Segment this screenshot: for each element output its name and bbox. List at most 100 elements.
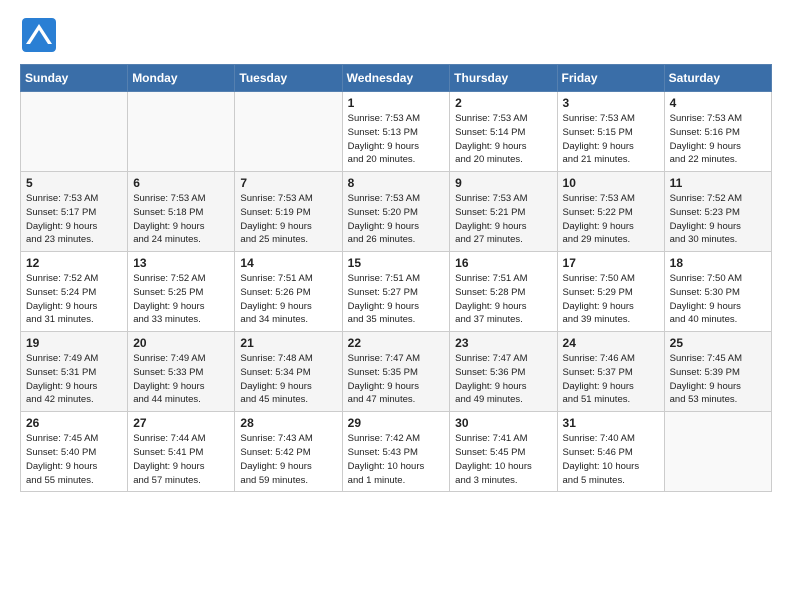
day-info: Sunrise: 7:41 AM Sunset: 5:45 PM Dayligh… (455, 432, 551, 487)
page: SundayMondayTuesdayWednesdayThursdayFrid… (0, 0, 792, 508)
day-info: Sunrise: 7:53 AM Sunset: 5:19 PM Dayligh… (240, 192, 336, 247)
calendar-cell (664, 412, 771, 492)
calendar-cell: 19 Sunrise: 7:49 AM Sunset: 5:31 PM Dayli… (21, 332, 128, 412)
calendar-cell: 1Sunrise: 7:53 AM Sunset: 5:13 PM Daylig… (342, 92, 450, 172)
day-number: 9 (455, 176, 551, 190)
day-number: 24 (563, 336, 659, 350)
calendar-day-header: Friday (557, 65, 664, 92)
day-info: Sunrise: 7:43 AM Sunset: 5:42 PM Dayligh… (240, 432, 336, 487)
day-info: Sunrise: 7:42 AM Sunset: 5:43 PM Dayligh… (348, 432, 445, 487)
calendar-cell: 9 Sunrise: 7:53 AM Sunset: 5:21 PM Daylig… (450, 172, 557, 252)
calendar-cell: 27 Sunrise: 7:44 AM Sunset: 5:41 PM Dayli… (128, 412, 235, 492)
day-info: Sunrise: 7:40 AM Sunset: 5:46 PM Dayligh… (563, 432, 659, 487)
calendar-week-row: 5 Sunrise: 7:53 AM Sunset: 5:17 PM Daylig… (21, 172, 772, 252)
calendar-cell: 2 Sunrise: 7:53 AM Sunset: 5:14 PM Daylig… (450, 92, 557, 172)
calendar-cell: 8Sunrise: 7:53 AM Sunset: 5:20 PM Daylig… (342, 172, 450, 252)
calendar-cell: 3 Sunrise: 7:53 AM Sunset: 5:15 PM Daylig… (557, 92, 664, 172)
calendar-cell (235, 92, 342, 172)
day-number: 4 (670, 96, 766, 110)
calendar-cell: 31 Sunrise: 7:40 AM Sunset: 5:46 PM Dayli… (557, 412, 664, 492)
day-number: 7 (240, 176, 336, 190)
day-number: 27 (133, 416, 229, 430)
day-info: Sunrise: 7:53 AM Sunset: 5:17 PM Dayligh… (26, 192, 122, 247)
calendar-cell: 12 Sunrise: 7:52 AM Sunset: 5:24 PM Dayli… (21, 252, 128, 332)
calendar-cell: 11 Sunrise: 7:52 AM Sunset: 5:23 PM Dayli… (664, 172, 771, 252)
day-number: 23 (455, 336, 551, 350)
calendar-cell: 21Sunrise: 7:48 AM Sunset: 5:34 PM Dayli… (235, 332, 342, 412)
calendar-day-header: Thursday (450, 65, 557, 92)
calendar-day-header: Wednesday (342, 65, 450, 92)
day-info: Sunrise: 7:53 AM Sunset: 5:15 PM Dayligh… (563, 112, 659, 167)
calendar-cell: 17 Sunrise: 7:50 AM Sunset: 5:29 PM Dayli… (557, 252, 664, 332)
day-info: Sunrise: 7:53 AM Sunset: 5:13 PM Dayligh… (348, 112, 445, 167)
day-number: 5 (26, 176, 122, 190)
day-info: Sunrise: 7:53 AM Sunset: 5:21 PM Dayligh… (455, 192, 551, 247)
day-number: 13 (133, 256, 229, 270)
day-info: Sunrise: 7:44 AM Sunset: 5:41 PM Dayligh… (133, 432, 229, 487)
day-number: 19 (26, 336, 122, 350)
day-info: Sunrise: 7:52 AM Sunset: 5:23 PM Dayligh… (670, 192, 766, 247)
day-number: 14 (240, 256, 336, 270)
day-number: 15 (348, 256, 445, 270)
day-number: 12 (26, 256, 122, 270)
day-number: 16 (455, 256, 551, 270)
day-number: 17 (563, 256, 659, 270)
calendar-cell: 30Sunrise: 7:41 AM Sunset: 5:45 PM Dayli… (450, 412, 557, 492)
day-number: 20 (133, 336, 229, 350)
calendar-cell: 18Sunrise: 7:50 AM Sunset: 5:30 PM Dayli… (664, 252, 771, 332)
day-info: Sunrise: 7:50 AM Sunset: 5:29 PM Dayligh… (563, 272, 659, 327)
calendar-day-header: Monday (128, 65, 235, 92)
calendar-cell: 5 Sunrise: 7:53 AM Sunset: 5:17 PM Daylig… (21, 172, 128, 252)
calendar-week-row: 26Sunrise: 7:45 AM Sunset: 5:40 PM Dayli… (21, 412, 772, 492)
day-info: Sunrise: 7:53 AM Sunset: 5:14 PM Dayligh… (455, 112, 551, 167)
calendar-cell: 4 Sunrise: 7:53 AM Sunset: 5:16 PM Daylig… (664, 92, 771, 172)
calendar-cell: 22 Sunrise: 7:47 AM Sunset: 5:35 PM Dayli… (342, 332, 450, 412)
day-info: Sunrise: 7:51 AM Sunset: 5:26 PM Dayligh… (240, 272, 336, 327)
day-number: 8 (348, 176, 445, 190)
calendar-day-header: Saturday (664, 65, 771, 92)
day-number: 22 (348, 336, 445, 350)
day-number: 3 (563, 96, 659, 110)
day-number: 11 (670, 176, 766, 190)
day-info: Sunrise: 7:45 AM Sunset: 5:40 PM Dayligh… (26, 432, 122, 487)
calendar-cell: 25 Sunrise: 7:45 AM Sunset: 5:39 PM Dayli… (664, 332, 771, 412)
calendar-week-row: 19 Sunrise: 7:49 AM Sunset: 5:31 PM Dayli… (21, 332, 772, 412)
day-info: Sunrise: 7:49 AM Sunset: 5:33 PM Dayligh… (133, 352, 229, 407)
day-info: Sunrise: 7:45 AM Sunset: 5:39 PM Dayligh… (670, 352, 766, 407)
day-info: Sunrise: 7:51 AM Sunset: 5:28 PM Dayligh… (455, 272, 551, 327)
calendar-week-row: 1Sunrise: 7:53 AM Sunset: 5:13 PM Daylig… (21, 92, 772, 172)
calendar-cell: 26Sunrise: 7:45 AM Sunset: 5:40 PM Dayli… (21, 412, 128, 492)
day-info: Sunrise: 7:46 AM Sunset: 5:37 PM Dayligh… (563, 352, 659, 407)
day-info: Sunrise: 7:52 AM Sunset: 5:24 PM Dayligh… (26, 272, 122, 327)
day-info: Sunrise: 7:48 AM Sunset: 5:34 PM Dayligh… (240, 352, 336, 407)
day-number: 10 (563, 176, 659, 190)
calendar-cell: 13 Sunrise: 7:52 AM Sunset: 5:25 PM Dayli… (128, 252, 235, 332)
calendar-cell: 10 Sunrise: 7:53 AM Sunset: 5:22 PM Dayli… (557, 172, 664, 252)
day-info: Sunrise: 7:53 AM Sunset: 5:16 PM Dayligh… (670, 112, 766, 167)
calendar-table: SundayMondayTuesdayWednesdayThursdayFrid… (20, 64, 772, 492)
day-number: 25 (670, 336, 766, 350)
calendar-cell (21, 92, 128, 172)
calendar-cell: 15Sunrise: 7:51 AM Sunset: 5:27 PM Dayli… (342, 252, 450, 332)
calendar-cell: 16 Sunrise: 7:51 AM Sunset: 5:28 PM Dayli… (450, 252, 557, 332)
calendar-cell: 6Sunrise: 7:53 AM Sunset: 5:18 PM Daylig… (128, 172, 235, 252)
calendar-cell: 24 Sunrise: 7:46 AM Sunset: 5:37 PM Dayli… (557, 332, 664, 412)
day-number: 6 (133, 176, 229, 190)
day-number: 31 (563, 416, 659, 430)
day-number: 2 (455, 96, 551, 110)
calendar-cell: 20 Sunrise: 7:49 AM Sunset: 5:33 PM Dayli… (128, 332, 235, 412)
day-info: Sunrise: 7:47 AM Sunset: 5:36 PM Dayligh… (455, 352, 551, 407)
day-number: 28 (240, 416, 336, 430)
day-info: Sunrise: 7:49 AM Sunset: 5:31 PM Dayligh… (26, 352, 122, 407)
day-info: Sunrise: 7:47 AM Sunset: 5:35 PM Dayligh… (348, 352, 445, 407)
calendar-day-header: Tuesday (235, 65, 342, 92)
calendar-week-row: 12 Sunrise: 7:52 AM Sunset: 5:24 PM Dayli… (21, 252, 772, 332)
day-info: Sunrise: 7:50 AM Sunset: 5:30 PM Dayligh… (670, 272, 766, 327)
calendar-cell (128, 92, 235, 172)
day-info: Sunrise: 7:52 AM Sunset: 5:25 PM Dayligh… (133, 272, 229, 327)
calendar-cell: 7 Sunrise: 7:53 AM Sunset: 5:19 PM Daylig… (235, 172, 342, 252)
calendar-day-header: Sunday (21, 65, 128, 92)
day-info: Sunrise: 7:53 AM Sunset: 5:22 PM Dayligh… (563, 192, 659, 247)
calendar-cell: 14 Sunrise: 7:51 AM Sunset: 5:26 PM Dayli… (235, 252, 342, 332)
logo (20, 16, 62, 54)
